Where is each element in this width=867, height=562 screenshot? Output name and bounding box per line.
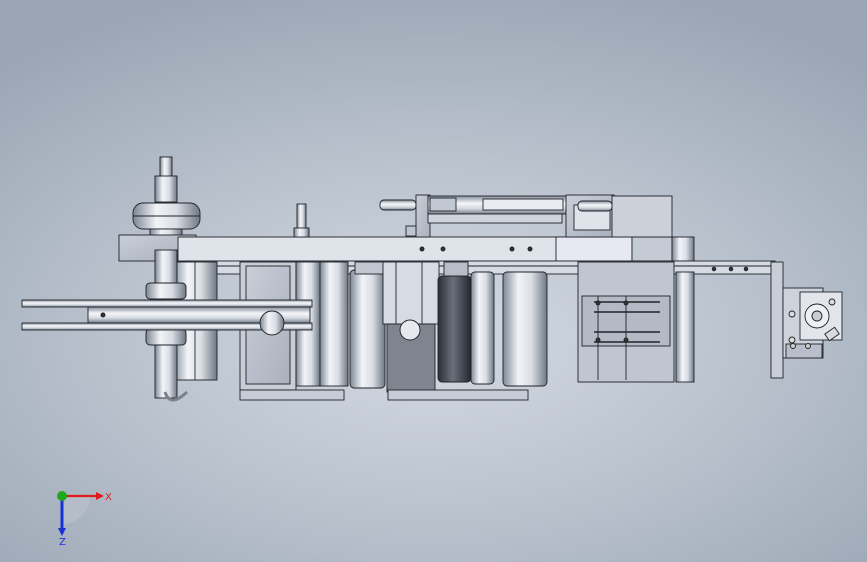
cylinder-group xyxy=(171,261,548,401)
z-axis-arrow xyxy=(58,528,66,536)
coordinate-triad: X Z xyxy=(40,478,130,548)
y-axis-dot xyxy=(57,491,67,501)
machine-assembly-model[interactable] xyxy=(0,0,867,562)
z-axis-label: Z xyxy=(59,537,66,548)
slotted-plate xyxy=(577,261,695,383)
x-axis-label: X xyxy=(105,492,112,503)
triad-plane-shade xyxy=(62,496,90,524)
triad-graphic: X Z xyxy=(57,491,112,548)
belt-arm xyxy=(21,299,313,336)
end-bracket xyxy=(770,261,843,379)
top-slide-assembly xyxy=(379,194,673,238)
cad-graphics-viewport[interactable]: X Z xyxy=(0,0,867,562)
x-axis-arrow xyxy=(96,492,104,500)
sensor-post xyxy=(293,203,310,238)
